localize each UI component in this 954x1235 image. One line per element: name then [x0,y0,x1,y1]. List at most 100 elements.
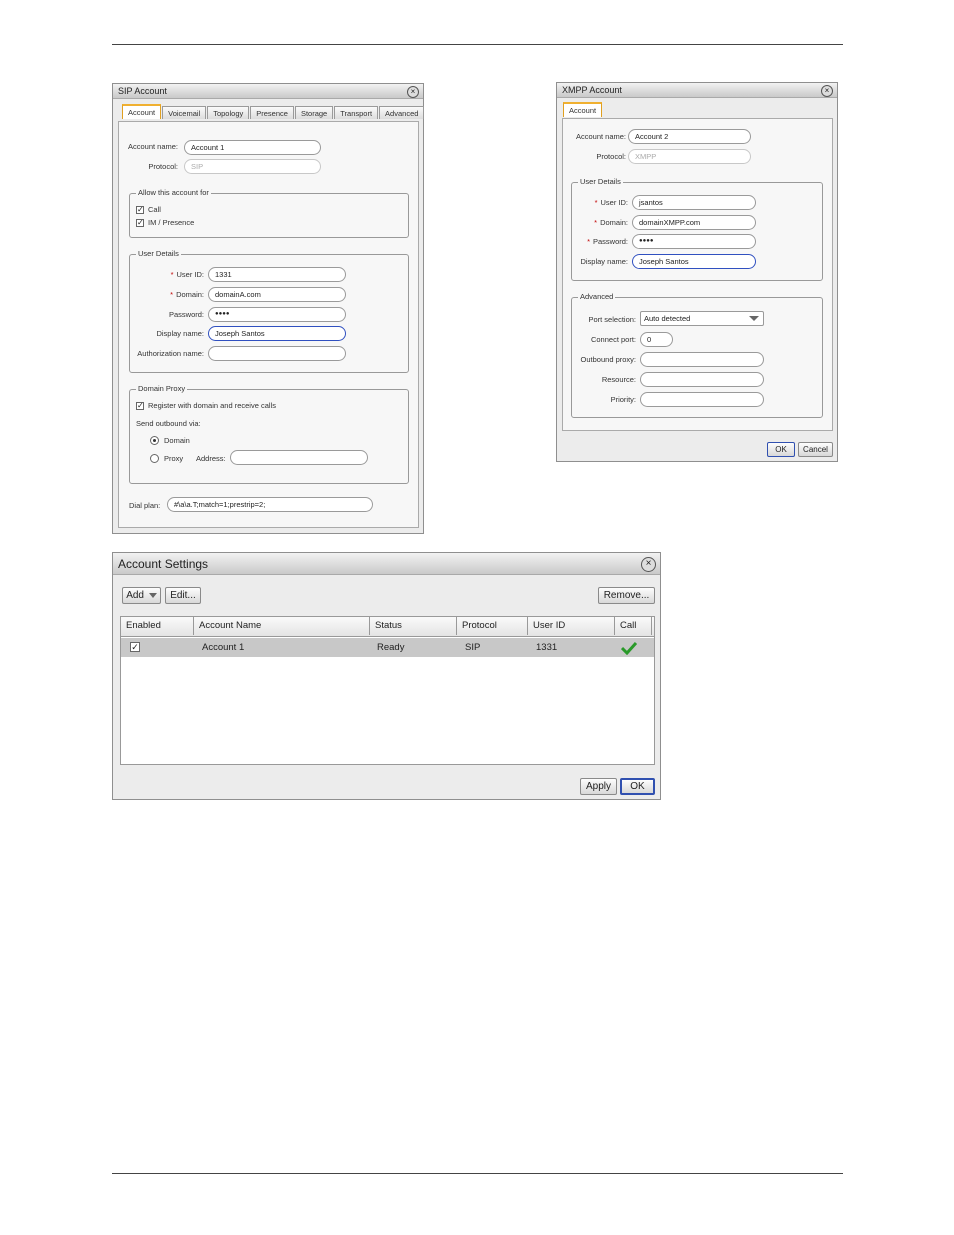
account-settings-titlebar: Account Settings × [113,553,660,575]
column-status[interactable]: Status [370,617,457,635]
outbound-proxy-field[interactable] [640,352,764,367]
green-check-icon [621,641,637,655]
remove-button[interactable]: Remove... [598,587,655,604]
add-button[interactable]: Add [122,587,161,604]
row-status: Ready [377,642,405,653]
chevron-down-icon [749,316,759,321]
domain-proxy-title: Domain Proxy [136,384,188,393]
domain-proxy-group: Domain Proxy ✓ Register with domain and … [129,384,409,484]
xmpp-user-details-group: User Details * User ID: jsantos * Domain: … [571,177,823,281]
row-account-name: Account 1 [202,642,245,653]
account-name-field[interactable]: Account 1 [184,140,321,155]
proxy-radio[interactable] [150,454,159,463]
resource-label: Resource: [601,375,636,384]
protocol-field: XMPP [628,149,751,164]
tab-presence[interactable]: Presence [250,106,294,119]
outbound-proxy-label: Outbound proxy: [580,355,636,364]
send-outbound-label: Send outbound via: [136,419,201,428]
priority-field[interactable] [640,392,764,407]
account-name-field[interactable]: Account 2 [628,129,751,144]
sip-account-panel: Account name: Account 1 Protocol: SIP Al… [118,121,419,528]
im-presence-label: IM / Presence [148,218,195,227]
password-field[interactable]: ●●●● [632,234,756,249]
user-id-label: * User ID: [594,198,628,207]
close-icon[interactable]: × [641,557,656,572]
column-enabled[interactable]: Enabled [121,617,194,635]
domain-field[interactable]: domainXMPP.com [632,215,756,230]
port-selection-dropdown[interactable]: Auto detected [640,311,764,326]
allow-account-group: Allow this account for ✓ Call ✓ IM / Pre… [129,188,409,238]
register-checkbox[interactable]: ✓ [136,402,144,410]
edit-button[interactable]: Edit... [165,587,201,604]
chevron-down-icon [148,592,157,598]
table-header: Enabled Account Name Status Protocol Use… [121,617,654,637]
tab-advanced[interactable]: Advanced [379,106,425,119]
column-account-name[interactable]: Account Name [194,617,370,635]
ok-button[interactable]: OK [620,778,655,795]
dial-plan-field[interactable]: #\a\a.T;match=1;prestrip=2; [167,497,373,512]
accounts-table: Enabled Account Name Status Protocol Use… [120,616,655,765]
password-field[interactable]: ●●●● [208,307,346,322]
column-call[interactable]: Call [615,617,652,635]
address-label: Address: [196,454,226,463]
resource-field[interactable] [640,372,764,387]
password-label: Password: [168,310,204,319]
add-label: Add [126,590,144,601]
xmpp-account-panel: Account name: Account 2 Protocol: XMPP U… [562,118,833,431]
port-selection-label: Port selection: [588,315,636,324]
enabled-checkbox[interactable]: ✓ [130,642,140,652]
xmpp-advanced-group: Advanced Port selection: Auto detected C… [571,292,823,418]
dial-plan-label: Dial plan: [129,501,161,510]
address-field[interactable] [230,450,368,465]
account-name-label: Account name: [127,142,178,151]
display-name-field[interactable]: Joseph Santos [632,254,756,269]
account-name-label: Account name: [575,132,626,141]
display-name-label: Display name: [580,257,628,266]
xmpp-window-title: XMPP Account [562,85,622,95]
user-details-group: User Details * User ID: 1331 * Domain: dom… [129,249,409,373]
xmpp-advanced-title: Advanced [578,292,616,301]
authorization-name-label: Authorization name: [137,349,204,358]
tab-transport[interactable]: Transport [334,106,379,119]
tab-storage[interactable]: Storage [294,106,334,119]
authorization-name-field[interactable] [208,346,346,361]
row-protocol: SIP [465,642,481,653]
ok-button[interactable]: OK [767,442,795,457]
column-user-id[interactable]: User ID [528,617,615,635]
user-id-label: * User ID: [170,270,204,279]
apply-button[interactable]: Apply [580,778,617,795]
close-icon[interactable]: × [821,85,833,97]
footer-rule [112,1173,843,1174]
port-selection-value: Auto detected [644,314,691,323]
protocol-field: SIP [184,159,321,174]
user-id-field[interactable]: 1331 [208,267,346,282]
domain-field[interactable]: domainA.com [208,287,346,302]
table-row[interactable]: ✓ Account 1 Ready SIP 1331 [121,638,654,657]
tab-account[interactable]: Account [122,104,162,119]
domain-label: * Domain: [170,290,204,299]
cancel-button[interactable]: Cancel [798,442,833,457]
column-protocol[interactable]: Protocol [457,617,528,635]
user-id-field[interactable]: jsantos [632,195,756,210]
close-icon[interactable]: × [407,86,419,98]
display-name-field[interactable]: Joseph Santos [208,326,346,341]
user-details-title: User Details [136,249,181,258]
register-label: Register with domain and receive calls [148,401,276,410]
sip-window-titlebar: SIP Account × [113,84,423,99]
display-name-label: Display name: [156,329,204,338]
header-rule [112,44,843,45]
xmpp-tab-bar: Account [563,102,603,117]
connect-port-field[interactable]: 0 [640,332,673,347]
xmpp-account-window: XMPP Account × Account Account name: Acc… [556,82,838,462]
im-presence-checkbox[interactable]: ✓ [136,219,144,227]
tab-topology[interactable]: Topology [207,106,250,119]
protocol-label: Protocol: [148,162,178,171]
xmpp-window-titlebar: XMPP Account × [557,83,837,98]
tab-account[interactable]: Account [563,102,603,117]
sip-window-title: SIP Account [118,86,167,96]
sip-account-window: SIP Account × Account Voicemail Topology… [112,83,425,534]
domain-radio[interactable] [150,436,159,445]
tab-voicemail[interactable]: Voicemail [162,106,207,119]
call-checkbox[interactable]: ✓ [136,206,144,214]
domain-radio-label: Domain [164,436,190,445]
